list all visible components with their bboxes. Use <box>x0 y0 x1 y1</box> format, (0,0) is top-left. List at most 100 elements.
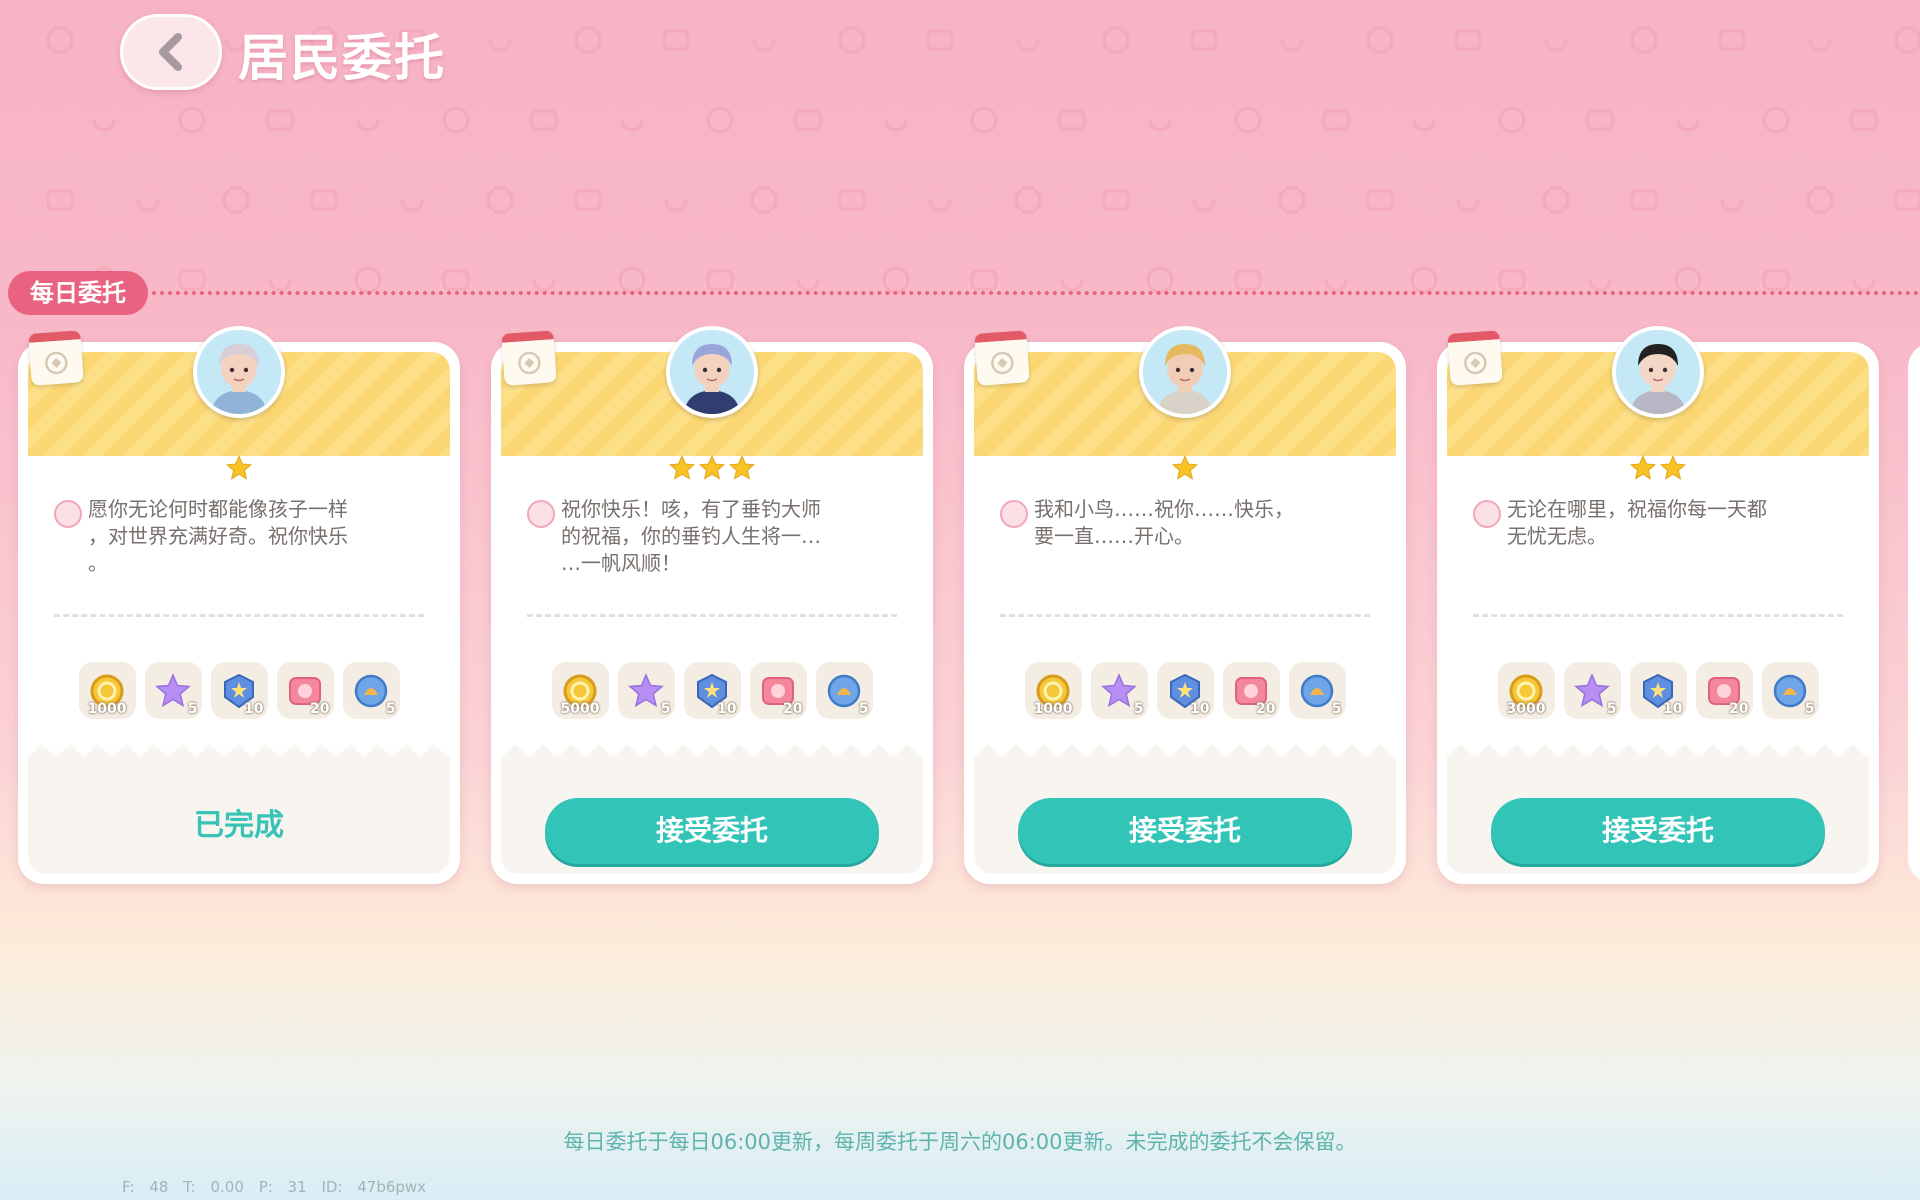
resident-message: 愿你无论何时都能像孩子一样 ，对世界充满好奇。祝你快乐 。 <box>88 497 348 575</box>
reward-amount: 5 <box>1804 701 1815 717</box>
resident-avatar[interactable] <box>1139 326 1231 418</box>
reward-item[interactable]: 10 <box>1629 662 1687 719</box>
reward-list: 3000 5 10 20 5 <box>1447 662 1869 719</box>
reward-amount: 5 <box>1606 701 1617 717</box>
accept-commission-button[interactable]: 接受委托 <box>1491 798 1825 864</box>
card-body: 我和小鸟……祝你……快乐， 要一直……开心。 1000 5 10 20 5 接受委托 <box>974 352 1396 874</box>
calendar-icon <box>28 330 84 386</box>
resident-avatar[interactable] <box>193 326 285 418</box>
calendar-icon <box>1447 330 1503 386</box>
difficulty-stars <box>501 454 923 484</box>
star-icon <box>668 454 696 480</box>
commission-card[interactable]: 无论在哪里，祝福你每一天都 无忧无虑。 3000 5 10 20 5 接受委托 <box>1437 326 1879 884</box>
reward-list: 5000 5 10 20 5 <box>501 662 923 719</box>
wave-edge <box>1447 744 1869 758</box>
reward-item[interactable]: 5 <box>617 662 675 719</box>
wave-edge <box>974 744 1396 758</box>
wave-edge <box>501 744 923 758</box>
wave-edge <box>28 744 450 758</box>
star-icon <box>225 454 253 480</box>
resident-portrait <box>1616 330 1700 414</box>
reward-amount: 10 <box>244 701 264 717</box>
debug-f: F: 48 <box>122 1178 169 1196</box>
section-tag-daily: 每日委托 <box>8 271 148 315</box>
reward-item[interactable]: 20 <box>1695 662 1753 719</box>
reward-item[interactable]: 10 <box>683 662 741 719</box>
commission-card[interactable]: 祝你快乐！咳，有了垂钓大师 的祝福，你的垂钓人生将一… …一帆风顺！ 5000 5… <box>491 326 933 884</box>
section-divider <box>152 291 1920 295</box>
resident-avatar[interactable] <box>1612 326 1704 418</box>
reward-amount: 5 <box>660 701 671 717</box>
star-icon <box>728 454 756 480</box>
reward-amount: 3000 <box>1506 701 1546 717</box>
resident-avatar[interactable] <box>666 326 758 418</box>
reward-list: 1000 5 10 20 5 <box>974 662 1396 719</box>
debug-info: F: 48 T: 0.00 P: 31 ID: 47b6pwx <box>122 1178 426 1196</box>
reward-amount: 20 <box>310 701 330 717</box>
resident-badge-icon <box>54 500 82 528</box>
reward-item[interactable]: 3000 <box>1497 662 1555 719</box>
back-button[interactable] <box>120 14 222 90</box>
debug-p: P: 31 <box>258 1178 307 1196</box>
commission-card[interactable]: 我和小鸟……祝你……快乐， 要一直……开心。 1000 5 10 20 5 接受委托 <box>964 326 1406 884</box>
resident-badge-icon <box>1000 500 1028 528</box>
reward-amount: 5 <box>1331 701 1342 717</box>
reward-item[interactable]: 5 <box>1761 662 1819 719</box>
resident-portrait <box>197 330 281 414</box>
reward-item[interactable]: 5 <box>1090 662 1148 719</box>
reward-item[interactable]: 20 <box>1222 662 1280 719</box>
reward-item[interactable]: 5 <box>1563 662 1621 719</box>
reward-item[interactable]: 1000 <box>78 662 136 719</box>
reward-item[interactable]: 10 <box>1156 662 1214 719</box>
reward-item[interactable]: 1000 <box>1024 662 1082 719</box>
debug-id: ID: 47b6pwx <box>321 1178 427 1196</box>
reward-amount: 10 <box>1190 701 1210 717</box>
chevron-left-icon <box>159 33 182 71</box>
commission-card[interactable]: 愿你无论何时都能像孩子一样 ，对世界充满好奇。祝你快乐 。 1000 5 10 20 5… <box>18 326 460 884</box>
resident-badge-icon <box>1473 500 1501 528</box>
completed-label: 已完成 <box>194 808 284 843</box>
reward-amount: 1000 <box>1033 701 1073 717</box>
reward-amount: 10 <box>1663 701 1683 717</box>
debug-t: T: 0.00 <box>183 1178 244 1196</box>
reward-item[interactable]: 10 <box>210 662 268 719</box>
difficulty-stars <box>1447 454 1869 484</box>
reward-amount: 5 <box>1133 701 1144 717</box>
difficulty-stars <box>974 454 1396 484</box>
resident-message: 祝你快乐！咳，有了垂钓大师 的祝福，你的垂钓人生将一… …一帆风顺！ <box>561 497 821 575</box>
star-icon <box>1629 454 1657 480</box>
resident-message: 无论在哪里，祝福你每一天都 无忧无虑。 <box>1507 497 1767 548</box>
accept-commission-button[interactable]: 接受委托 <box>1018 798 1352 864</box>
reward-amount: 5000 <box>560 701 600 717</box>
reward-list: 1000 5 10 20 5 <box>28 662 450 719</box>
reward-item[interactable]: 5 <box>342 662 400 719</box>
card-divider <box>1000 614 1370 617</box>
accept-commission-button[interactable]: 接受委托 <box>545 798 879 864</box>
reward-item[interactable]: 5 <box>1288 662 1346 719</box>
star-icon <box>1659 454 1687 480</box>
card-body: 祝你快乐！咳，有了垂钓大师 的祝福，你的垂钓人生将一… …一帆风顺！ 5000 5… <box>501 352 923 874</box>
reward-amount: 5 <box>187 701 198 717</box>
next-card-peek[interactable] <box>1908 342 1920 884</box>
star-icon <box>1171 454 1199 480</box>
card-divider <box>527 614 897 617</box>
reward-amount: 5 <box>858 701 869 717</box>
reward-item[interactable]: 20 <box>276 662 334 719</box>
reward-item[interactable]: 5 <box>815 662 873 719</box>
reward-amount: 10 <box>717 701 737 717</box>
reward-item[interactable]: 5 <box>144 662 202 719</box>
card-divider <box>54 614 424 617</box>
page-title: 居民委托 <box>238 29 446 87</box>
calendar-icon <box>501 330 557 386</box>
calendar-icon <box>974 330 1030 386</box>
reward-item[interactable]: 5000 <box>551 662 609 719</box>
resident-portrait <box>1143 330 1227 414</box>
reward-item[interactable]: 20 <box>749 662 807 719</box>
star-icon <box>698 454 726 480</box>
reward-amount: 5 <box>385 701 396 717</box>
refresh-note: 每日委托于每日06:00更新，每周委托于周六的06:00更新。未完成的委托不会保… <box>563 1130 1357 1154</box>
card-divider <box>1473 614 1843 617</box>
reward-amount: 20 <box>783 701 803 717</box>
reward-amount: 1000 <box>87 701 127 717</box>
card-body: 愿你无论何时都能像孩子一样 ，对世界充满好奇。祝你快乐 。 1000 5 10 20 5… <box>28 352 450 874</box>
